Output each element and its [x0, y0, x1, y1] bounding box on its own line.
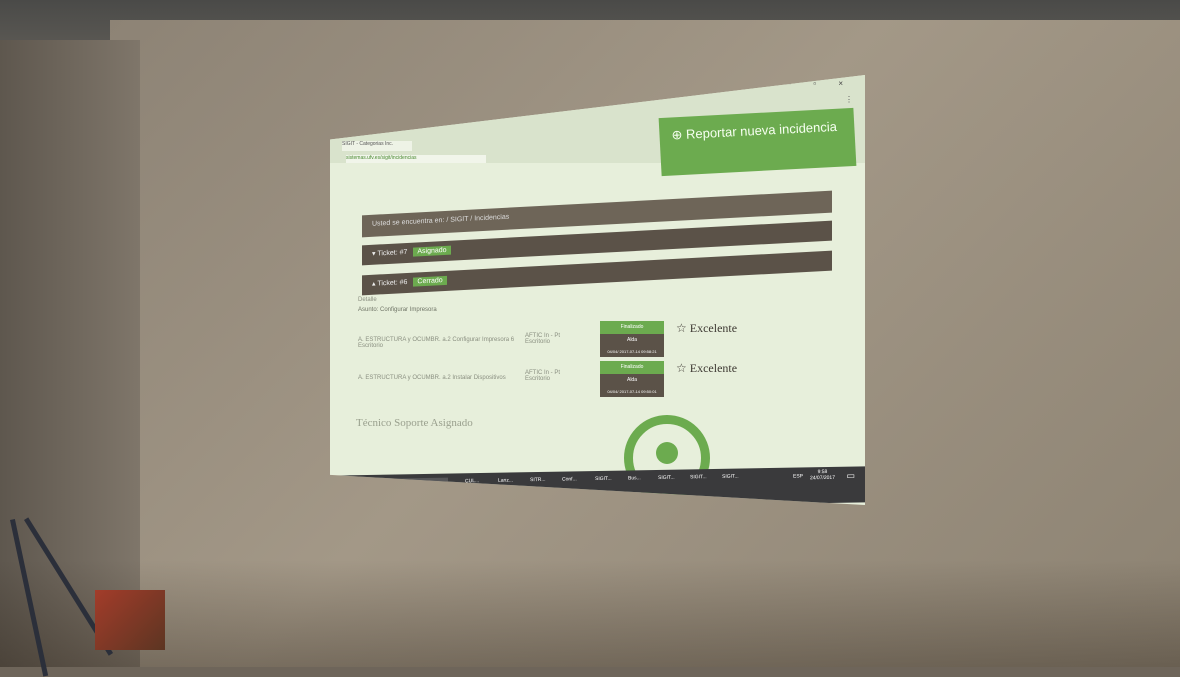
room-scene: – ▫ × ⋮ SIGIT - Categorias Inc. sistemas… [0, 0, 1180, 677]
user-icon [656, 442, 678, 464]
star-icon: ☆ [676, 321, 687, 335]
floor-shadow [0, 560, 1180, 667]
entry-rating[interactable]: ☆ Excelente [676, 361, 737, 376]
taskbar-item[interactable]: Conf... [562, 476, 577, 482]
entry-status: Finalizado Alda 04/04/ 2017-07-14 09:50:… [600, 361, 664, 401]
language-indicator[interactable]: ESP [793, 473, 803, 479]
entry-text: A. ESTRUCTURA y OCUMBR. a.2 Configurar I… [358, 337, 515, 349]
taskbar-item[interactable]: Lanz... [498, 477, 513, 483]
rating-label: Excelente [689, 361, 738, 375]
ticket-status-badge: Cerrado [413, 275, 447, 287]
taskbar-item[interactable]: SIGIT... [722, 474, 739, 480]
status-date: 04/04/ 2017-07-14 09:50:01 [600, 386, 664, 397]
projected-screen: – ▫ × ⋮ SIGIT - Categorias Inc. sistemas… [330, 75, 865, 505]
report-incident-button[interactable]: ⊕ Reportar nueva incidencia [658, 107, 857, 177]
browser-tab[interactable]: SIGIT - Categorias Inc. [342, 141, 412, 151]
ticket-label: Ticket: #6 [377, 278, 408, 288]
taskbar-item[interactable]: SIGIT... [690, 474, 707, 480]
status-top: Finalizado [600, 361, 664, 374]
entry-status: Finalizado Alda 04/04/ 2017-07-14 09:58:… [600, 321, 664, 361]
taskbar-item[interactable]: SIGIT... [595, 476, 612, 482]
status-mid: Alda [600, 374, 664, 386]
notification-icon[interactable]: ▭ [846, 471, 855, 482]
detail-header: Detalle [358, 297, 377, 303]
support-title: Técnico Soporte Asignado [356, 417, 473, 429]
taskbar-item[interactable]: SITR... [530, 477, 546, 483]
taskbar-item[interactable]: Bus... [628, 475, 641, 481]
status-mid: Alda [600, 334, 664, 346]
box [95, 590, 165, 650]
entry-location: AFTIC In - Pt Escritorio [525, 333, 561, 345]
detail-title: Asunto: Configurar Impresora [358, 307, 437, 313]
ticket-label: Ticket: #7 [377, 248, 408, 258]
clock-date: 24/07/2017 [809, 474, 835, 482]
clock[interactable]: 9:58 24/07/2017 [810, 469, 835, 481]
entry-location: AFTIC In - Pt Escritorio [525, 370, 561, 382]
star-icon: ☆ [676, 361, 687, 375]
menu-icon[interactable]: ⋮ [845, 95, 853, 104]
status-date: 04/04/ 2017-07-14 09:58:21 [600, 346, 664, 357]
entry-rating[interactable]: ☆ Excelente [676, 321, 737, 336]
report-button-label: Reportar nueva incidencia [685, 118, 838, 142]
rating-label: Excelente [689, 321, 738, 335]
taskbar-item[interactable]: SIGIT... [658, 475, 675, 481]
address-bar[interactable]: sistemas.ufv.es/sigit/incidencias [346, 155, 486, 163]
status-top: Finalizado [600, 321, 664, 334]
ticket-status-badge: Asignado [413, 245, 451, 257]
entry-text: A. ESTRUCTURA y OCUMBR. a.2 Instalar Dis… [358, 375, 506, 381]
plus-circle-icon: ⊕ [671, 126, 683, 143]
